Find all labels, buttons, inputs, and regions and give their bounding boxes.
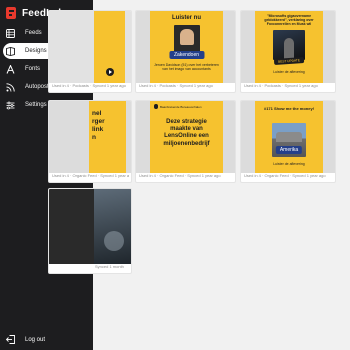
design-thumbnail: nel rger link n: [49, 101, 131, 173]
play-icon: [106, 68, 114, 76]
artwork-heading: #171 Show me the money!: [263, 106, 314, 111]
card-meta: Used in 4 · Podcasts · Synced 1 year ago: [52, 83, 126, 88]
photo-highlight: [104, 231, 124, 251]
design-card-3[interactable]: "Microsofts gigaovername geblokkeerd", v…: [240, 10, 336, 93]
episode-badge: Zakendoen: [168, 51, 205, 59]
sidebar-item-label: Autopost: [25, 84, 49, 90]
feeds-icon: [6, 28, 15, 38]
design-card-5[interactable]: Baanbrekende Bureauverhalen Deze strateg…: [135, 100, 236, 183]
artwork-heading: Deze strategie maakte van LensOnline een…: [163, 119, 210, 147]
artwork-text: Jeroen Davidson (51) over het verbeteren…: [154, 63, 219, 72]
sidebar-item-label: Feeds: [25, 30, 42, 36]
artwork-label: Baanbrekende Bureauverhalen: [160, 105, 202, 109]
design-card-7[interactable]: Synced 1 month: [48, 188, 132, 274]
fonts-icon: [6, 64, 15, 74]
mountain-shape: [276, 132, 302, 142]
topic-badge: Amerika: [275, 146, 303, 154]
podcast-cover: [174, 25, 200, 53]
design-thumbnail: #171 Show me the money! Amerika Luister …: [241, 101, 335, 173]
designs-icon: [6, 46, 15, 56]
logout-label: Log out: [25, 336, 46, 343]
design-card-6[interactable]: #171 Show me the money! Amerika Luister …: [240, 100, 336, 183]
sidebar-item-label: Fonts: [25, 66, 41, 72]
sidebar-item-label: Settings: [25, 102, 47, 108]
mic-icon: [154, 104, 158, 109]
listen-button: Luister de aflevering: [273, 162, 305, 166]
card-meta: Used in 4 · Organic Feed · Synced 1 year…: [139, 173, 221, 178]
listen-button: Luister de aflevering: [273, 70, 305, 74]
design-card-2[interactable]: Luister nu Zakendoen Jeroen Davidson (51…: [135, 10, 236, 93]
design-thumbnail: Luister nu Zakendoen Jeroen Davidson (51…: [136, 11, 235, 83]
news-photo: [273, 30, 305, 60]
design-artwork: Baanbrekende Bureauverhalen Deze strateg…: [150, 101, 223, 173]
podcast-host-photo: [180, 29, 194, 45]
card-meta: Used in 4 · Podcasts · Synced 1 year ago: [244, 83, 318, 88]
card-meta: Synced 1 month: [95, 264, 124, 269]
artwork-text-lines: nel rger link n: [92, 110, 105, 141]
design-card-1[interactable]: Used in 4 · Podcasts · Synced 1 year ago: [48, 10, 132, 93]
card-meta: Used in 4 · Organic Feed · Synced 1 year…: [244, 173, 326, 178]
design-artwork: [94, 11, 125, 83]
design-artwork: [94, 189, 131, 264]
design-card-4[interactable]: nel rger link n Used in 4 · Organic Feed…: [48, 100, 132, 183]
card-meta: Used in 4 · Podcasts · Synced 1 year ago: [139, 83, 213, 88]
card-meta: Used in 4 · Organic Feed · Synced 1 year…: [52, 173, 129, 178]
design-artwork: "Microsofts gigaovername geblokkeerd", v…: [255, 11, 323, 83]
design-thumbnail: Baanbrekende Bureauverhalen Deze strateg…: [136, 101, 235, 173]
design-artwork: #171 Show me the money! Amerika Luister …: [255, 101, 323, 173]
design-thumbnail: "Microsofts gigaovername geblokkeerd", v…: [241, 11, 335, 83]
autopost-icon: [6, 82, 15, 92]
design-artwork: Luister nu Zakendoen Jeroen Davidson (51…: [150, 11, 223, 83]
design-artwork: nel rger link n: [89, 101, 126, 173]
artwork-heading: "Microsofts gigaovername geblokkeerd", v…: [264, 14, 314, 27]
logout-icon: [6, 335, 15, 344]
settings-icon: [6, 101, 15, 110]
design-thumbnail: [49, 189, 131, 264]
artwork-heading: Luister nu: [171, 15, 201, 21]
design-thumbnail: [49, 11, 131, 83]
logout-button[interactable]: Log out: [6, 335, 45, 344]
feedlabs-logo-icon: [6, 7, 16, 19]
sidebar-item-label: Designs: [25, 48, 47, 54]
update-badge: BEST UPDATE: [273, 56, 305, 66]
